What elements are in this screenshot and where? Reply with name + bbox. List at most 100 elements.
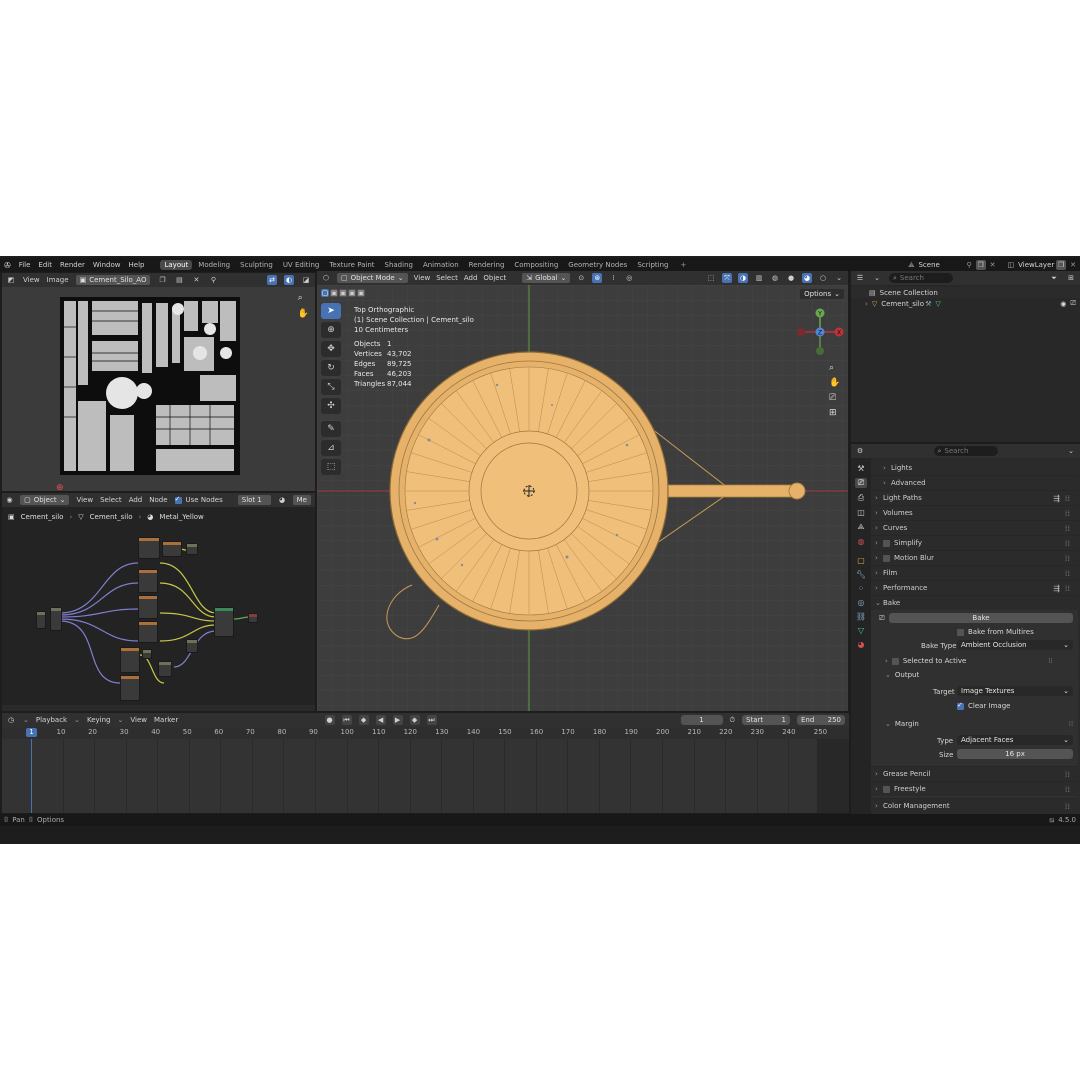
presets-icon[interactable]: ⇶ [1053,494,1060,503]
outliner-search[interactable]: ⌕ Search [889,273,953,283]
camera-view-icon[interactable]: ⎚ [829,393,840,403]
tab-layout[interactable]: Layout [160,260,193,270]
viewport-view-menu[interactable]: View [414,274,431,282]
marker-menu[interactable]: Marker [154,716,178,724]
select-new-icon[interactable]: ▢ [321,289,329,297]
tab-geometry-nodes[interactable]: Geometry Nodes [564,260,631,270]
move-tool-icon[interactable]: ✥ [321,341,341,357]
shading-solid-icon[interactable]: ● [786,273,796,283]
select-invert-icon[interactable]: ▣ [348,289,356,297]
pan-hand-icon[interactable]: ✋ [829,378,840,388]
world-tab-icon[interactable]: ◍ [858,537,865,546]
close-scene-icon[interactable]: ✕ [990,261,996,269]
end-frame-field[interactable]: End 250 [797,715,845,725]
node-add-menu[interactable]: Add [129,496,143,504]
drag-handle-icon[interactable]: ⁞⁞ [1065,584,1070,593]
image-pin-icon[interactable]: ⚲ [208,275,218,285]
3d-viewport[interactable]: ⬡ ▢ Object Mode ⌄ View Select Add Object… [317,271,848,711]
keying-menu[interactable]: Keying [87,716,111,724]
freestyle-checkbox[interactable] [883,785,890,793]
image-selector[interactable]: ▣ Cement_Silo_AO [75,275,151,285]
material-tab-icon[interactable]: ◕ [858,640,865,649]
shader-node[interactable] [186,543,198,555]
bake-from-multires-toggle[interactable]: Bake from Multires [957,628,1034,636]
section-performance[interactable]: › Performance ⇶ ⁞⁞ [871,580,1078,595]
add-workspace-icon[interactable]: + [680,261,686,269]
section-curves[interactable]: › Curves ⁞⁞ [871,520,1078,535]
section-volumes[interactable]: › Volumes ⁞⁞ [871,505,1078,520]
chevron-down-icon[interactable]: ⌄ [1066,446,1076,456]
shading-rendered-icon[interactable]: ○ [818,273,828,283]
xray-icon[interactable]: ▥ [754,273,764,283]
constraints-tab-icon[interactable]: ⛓︎ [856,612,866,621]
menu-window[interactable]: Window [93,261,121,269]
selected-to-active-checkbox[interactable] [891,657,899,665]
shader-node[interactable] [158,661,172,677]
render-camera-icon[interactable]: ⎚ [1070,299,1076,308]
close-layer-icon[interactable]: ✕ [1070,261,1076,269]
data-tab-icon[interactable]: ▽ [858,626,864,635]
measure-tool-icon[interactable]: ⊿ [321,440,341,456]
bake-button[interactable]: Bake [889,613,1073,623]
scene-selector[interactable]: ⟁ Scene ⚲ ❐ ✕ [908,260,996,270]
section-color-management[interactable]: › Color Management ⁞⁞ [871,798,1078,813]
node-node-menu[interactable]: Node [149,496,167,504]
clear-image-toggle[interactable]: Clear Image [957,701,1010,710]
shader-node[interactable] [138,537,160,559]
scale-tool-icon[interactable]: ⤡ [321,379,341,395]
shader-node[interactable] [50,607,62,631]
ortho-grid-icon[interactable]: ⊞ [829,408,840,418]
material-icon[interactable]: ◕ [278,495,285,505]
snap-icon[interactable]: ⊛ [592,273,603,283]
tab-uv-editing[interactable]: UV Editing [279,260,324,270]
overlay-icon[interactable]: ◐ [284,275,294,285]
section-light-paths[interactable]: › Light Paths ⇶ ⁞⁞ [871,490,1078,505]
properties-search[interactable]: ⌕ Search [933,446,998,456]
output-subpanel[interactable]: ⌄ Output [885,671,919,679]
visibility-icon[interactable]: ⬚ [706,273,716,283]
jump-start-icon[interactable]: ⏮ [341,715,352,725]
tab-modeling[interactable]: Modeling [194,260,234,270]
object-tab-icon[interactable]: ▢ [857,556,865,565]
presets-icon[interactable]: ⇶ [1053,584,1060,593]
new-collection-icon[interactable]: ⊞ [1066,273,1076,283]
shader-node[interactable] [162,541,182,557]
select-subtract-icon[interactable]: ▣ [339,289,347,297]
tab-rendering[interactable]: Rendering [465,260,509,270]
frame-ruler[interactable]: 10 20 30 40 50 60 70 80 90 100 110 120 130 140 150 160 1… [2,727,849,739]
section-advanced[interactable]: › Advanced [871,475,1078,490]
shader-node[interactable] [120,647,140,673]
add-cube-tool-icon[interactable]: ⬚ [321,459,341,475]
current-frame-field[interactable]: 1 [680,715,723,725]
viewport-type-icon[interactable]: ⬡ [321,273,331,283]
menu-file[interactable]: File [19,261,31,269]
image-close-icon[interactable]: ✕ [191,275,201,285]
margin-subpanel[interactable]: ⌄ Margin ⁞⁞ [885,720,1073,728]
hide-eye-icon[interactable]: ◉ [1060,300,1066,308]
pan-hand-icon[interactable]: ✋ [298,309,309,319]
next-keyframe-icon[interactable]: ◆ [409,715,420,725]
navigation-gizmo[interactable]: Y X Z [795,307,845,357]
menu-help[interactable]: Help [129,261,145,269]
margin-size-field[interactable]: 16 px [957,749,1073,759]
tab-scripting[interactable]: Scripting [633,260,672,270]
section-freestyle[interactable]: › Freestyle ⁞⁞ [871,781,1078,796]
zoom-icon[interactable]: ⌕ [829,363,840,373]
particles-tab-icon[interactable]: ⁘ [858,584,865,593]
render-tab-icon[interactable]: ⎚ [854,478,868,488]
drag-handle-icon[interactable]: ⁞⁞ [1069,720,1073,728]
tab-animation[interactable]: Animation [419,260,463,270]
modifier-tab-icon[interactable]: 🔧︎ [856,570,866,579]
zoom-icon[interactable]: ⌕ [298,293,309,303]
shader-node[interactable] [142,649,152,659]
shader-node[interactable] [120,675,140,701]
node-view-menu[interactable]: View [76,496,93,504]
mode-selector[interactable]: ▢ Object Mode ⌄ [337,273,408,283]
drag-handle-icon[interactable]: ⁞⁞ [1065,770,1070,779]
view-layer-selector[interactable]: ◫ ViewLayer ❐ ✕ [1008,260,1076,270]
drag-handle-icon[interactable]: ⁞⁞ [1065,802,1070,811]
section-motion-blur[interactable]: › Motion Blur ⁞⁞ [871,550,1078,565]
tab-shading[interactable]: Shading [381,260,417,270]
shader-node[interactable] [138,569,158,593]
play-icon[interactable]: ▶ [392,715,403,725]
